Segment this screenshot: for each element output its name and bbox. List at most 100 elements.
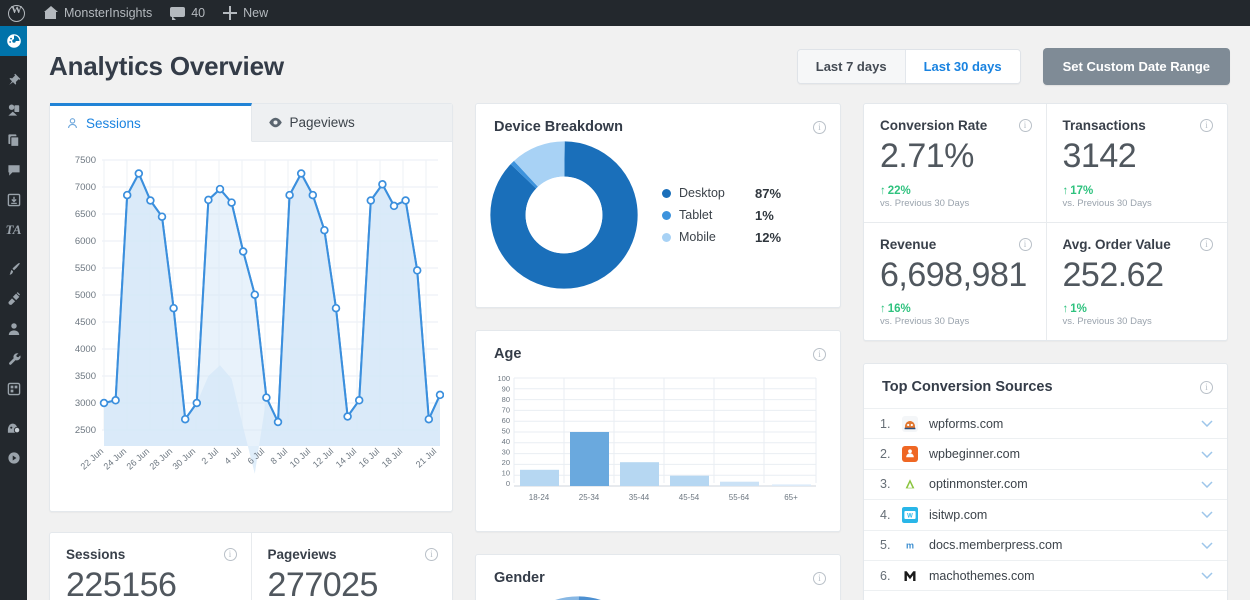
- source-name: isitwp.com: [929, 507, 988, 522]
- wp-admin-bar: MonsterInsights 40 New: [0, 0, 1250, 26]
- wpforms-favicon: [902, 415, 918, 432]
- svg-text:10 Jul: 10 Jul: [288, 446, 313, 470]
- source-row-4[interactable]: 4. W isitwp.com: [864, 499, 1227, 529]
- new-content-menu[interactable]: New: [214, 0, 277, 26]
- age-gridlines: [514, 377, 816, 476]
- source-row-1[interactable]: 1. wpforms.com: [864, 408, 1227, 438]
- kpi-revenue-label: Revenue: [880, 236, 937, 252]
- comments-menu[interactable]: 40: [161, 0, 214, 26]
- source-row-6[interactable]: 6. machothemes.com: [864, 559, 1227, 590]
- kpi-transactions-delta: ↑ 17%: [1063, 185, 1212, 197]
- tab-sessions[interactable]: Sessions: [50, 103, 252, 142]
- legend-row-mobile: Mobile 12%: [662, 226, 781, 248]
- svg-text:6500: 6500: [75, 209, 96, 220]
- sidebar-item-tools[interactable]: [0, 344, 27, 374]
- top-conversion-sources-title: Top Conversion Sources: [882, 379, 1053, 395]
- svg-text:7000: 7000: [75, 182, 96, 193]
- sidebar-item-monsterinsights[interactable]: [0, 413, 27, 443]
- download-box-icon: [7, 193, 20, 207]
- sidebar-item-settings[interactable]: [0, 374, 27, 404]
- kpi-transactions-value: 3142: [1062, 137, 1137, 175]
- kpi-conversion-rate-sub: vs. Previous 30 Days: [880, 197, 970, 209]
- sidebar-item-dashboard[interactable]: [0, 26, 34, 56]
- legend-dot-tablet: [662, 210, 671, 220]
- kpi-transactions-delta-value: 17%: [1070, 184, 1094, 197]
- info-icon[interactable]: i: [1200, 237, 1213, 251]
- sidebar-item-users[interactable]: [0, 314, 27, 344]
- info-icon[interactable]: i: [425, 548, 438, 561]
- source-row-2[interactable]: 2. wpbeginner.com: [864, 438, 1227, 468]
- info-icon[interactable]: i: [1018, 237, 1032, 251]
- comment-bubble-icon: [7, 165, 20, 176]
- current-menu-arrow: [27, 36, 34, 46]
- svg-text:6000: 6000: [75, 236, 96, 247]
- info-icon[interactable]: i: [813, 571, 826, 585]
- info-icon[interactable]: i: [1200, 380, 1213, 394]
- device-breakdown-body: Desktop 87% Tablet 1% Mobile 12%: [476, 135, 840, 307]
- info-icon[interactable]: i: [1200, 119, 1213, 132]
- chevron-down-icon[interactable]: [1201, 542, 1213, 549]
- source-rank: 6.: [880, 568, 891, 583]
- info-icon[interactable]: i: [223, 548, 237, 561]
- sidebar-item-collapse-menu[interactable]: [0, 443, 27, 473]
- chevron-down-icon[interactable]: [1201, 572, 1213, 580]
- legend-value-mobile: 12%: [755, 229, 782, 245]
- range-last-30-days-button[interactable]: Last 30 days: [904, 50, 1020, 83]
- source-row-5[interactable]: 5. m docs.memberpress.com: [864, 529, 1227, 560]
- source-rank: 4.: [880, 507, 891, 522]
- page-title: Analytics Overview: [49, 51, 284, 81]
- device-legend: Desktop 87% Tablet 1% Mobile 12%: [662, 182, 781, 248]
- site-name-menu[interactable]: MonsterInsights: [35, 0, 161, 26]
- sidebar-item-pages[interactable]: [0, 125, 27, 155]
- sidebar-item-comments[interactable]: [0, 155, 27, 185]
- svg-text:50: 50: [502, 427, 510, 436]
- sidebar-item-plugins[interactable]: [0, 284, 27, 314]
- svg-text:2500: 2500: [75, 425, 96, 436]
- set-custom-date-range-button[interactable]: Set Custom Date Range: [1042, 48, 1230, 85]
- header-controls: Last 7 days Last 30 days Set Custom Date…: [796, 48, 1230, 85]
- legend-dot-mobile: [662, 232, 671, 242]
- sidebar-item-appearance[interactable]: [0, 254, 27, 284]
- menu-separator-3: [0, 404, 27, 413]
- svg-text:3000: 3000: [75, 398, 96, 409]
- svg-text:20: 20: [502, 458, 510, 467]
- age-vertical-gridlines: [513, 378, 817, 483]
- settings-grid-icon: [7, 382, 20, 396]
- device-donut-chart: [490, 141, 638, 289]
- info-icon[interactable]: i: [1018, 119, 1032, 132]
- kpi-avg-order-value-value: 252.62: [1062, 255, 1164, 294]
- sessions-chart-svg: 7500 7000 6500 6000 5500 5000 4500 4000 …: [75, 155, 445, 474]
- plus-icon: [223, 6, 238, 21]
- legend-label-mobile: Mobile: [679, 230, 716, 244]
- sidebar-item-thirstyaffiliates[interactable]: TA: [0, 215, 27, 245]
- site-name-label: MonsterInsights: [64, 6, 153, 20]
- svg-text:35-44: 35-44: [629, 493, 650, 502]
- tab-pageviews[interactable]: Pageviews: [251, 104, 452, 142]
- source-name: machothemes.com: [929, 568, 1035, 583]
- range-last-7-days-button[interactable]: Last 7 days: [797, 50, 905, 83]
- chevron-down-icon[interactable]: [1201, 451, 1213, 458]
- sidebar-item-posts[interactable]: [0, 65, 27, 95]
- svg-text:24 Jun: 24 Jun: [102, 446, 129, 472]
- source-row-7[interactable]: 7. shareasale-analytics.com: [864, 590, 1227, 600]
- legend-label-desktop: Desktop: [679, 186, 725, 200]
- stat-sessions-label: Sessions: [66, 547, 126, 562]
- tab-pageviews-label: Pageviews: [289, 115, 355, 130]
- traffic-chart-card: Sessions Pageviews 7500 7000 6500 6000 5…: [49, 103, 453, 512]
- wrench-icon: [8, 353, 20, 365]
- info-icon[interactable]: i: [813, 120, 826, 134]
- chevron-down-icon[interactable]: [1201, 511, 1213, 519]
- source-row-3[interactable]: 3. optinmonster.com: [864, 468, 1227, 499]
- sidebar-item-media[interactable]: [0, 95, 27, 125]
- chevron-down-icon[interactable]: [1201, 420, 1213, 428]
- kpi-revenue-sub: vs. Previous 30 Days: [880, 316, 970, 327]
- kpi-conversion-rate-label: Conversion Rate: [880, 118, 988, 133]
- chevron-down-icon[interactable]: [1201, 481, 1213, 488]
- wordpress-logo-button[interactable]: [0, 0, 35, 26]
- info-icon[interactable]: i: [813, 347, 826, 361]
- wordpress-logo-icon: [8, 4, 25, 22]
- sidebar-item-downloads[interactable]: [0, 185, 27, 215]
- source-rank: 1.: [880, 416, 891, 431]
- svg-text:4500: 4500: [75, 317, 96, 328]
- menu-separator-2: [0, 245, 27, 254]
